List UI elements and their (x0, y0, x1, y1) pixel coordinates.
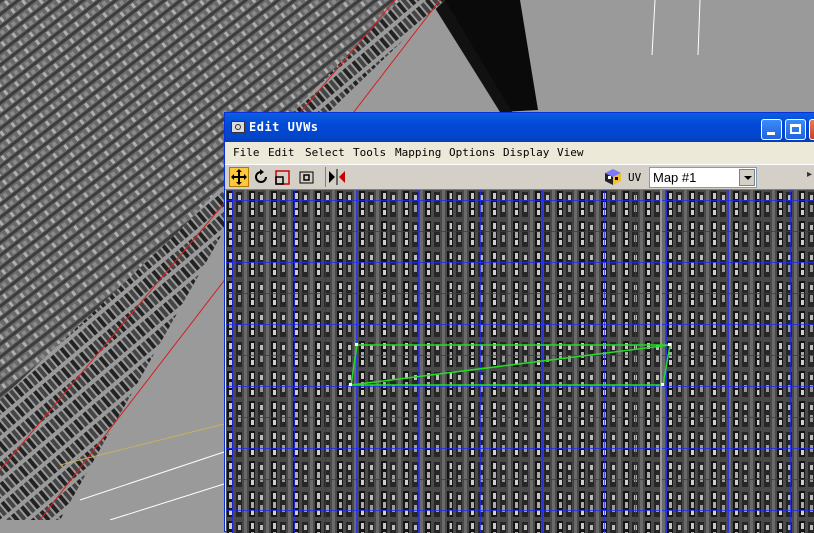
close-button[interactable] (809, 119, 814, 140)
maximize-button[interactable] (785, 119, 806, 140)
mirror-icon (329, 169, 345, 185)
checker-cube-icon[interactable] (603, 167, 623, 187)
rotate-tool-button[interactable] (251, 167, 271, 187)
menu-display[interactable]: Display (503, 146, 549, 159)
menu-select[interactable]: Select (305, 146, 345, 159)
app-icon[interactable] (231, 121, 245, 133)
title-bar[interactable]: Edit UVWs (225, 113, 814, 142)
menu-file[interactable]: File (233, 146, 260, 159)
menu-bar: File Edit Select Tools Mapping Options D… (225, 142, 814, 164)
uv-label: UV (628, 171, 642, 184)
menu-tools[interactable]: Tools (353, 146, 386, 159)
toolbar-scroll-icon[interactable]: ▸ (807, 169, 814, 185)
rotate-icon (255, 169, 267, 183)
uv-vertex (355, 343, 358, 346)
freeform-icon (299, 171, 314, 184)
move-icon (231, 169, 247, 185)
minimize-button[interactable] (761, 119, 782, 140)
menu-mapping[interactable]: Mapping (395, 146, 441, 159)
menu-view[interactable]: View (557, 146, 584, 159)
uv-grid (226, 190, 814, 533)
menu-edit[interactable]: Edit (268, 146, 295, 159)
move-tool-button[interactable] (229, 167, 249, 187)
map-channel-value: Map #1 (653, 170, 697, 185)
chevron-down-icon[interactable] (739, 169, 755, 186)
toolbar: UV Map #1 ▸ (225, 164, 814, 190)
uv-editor-canvas[interactable] (226, 190, 814, 533)
mirror-tool-button[interactable] (325, 167, 345, 187)
uv-vertex (349, 383, 352, 386)
menu-options[interactable]: Options (449, 146, 495, 159)
scale-icon (275, 170, 290, 185)
map-channel-dropdown[interactable]: Map #1 (649, 167, 757, 188)
edit-uvws-window[interactable]: Edit UVWs File Edit Select Tools Mapping… (224, 112, 814, 533)
freeform-tool-button[interactable] (297, 167, 317, 187)
window-title: Edit UVWs (249, 120, 319, 134)
scale-tool-button[interactable] (273, 167, 293, 187)
uv-vertex (668, 343, 671, 346)
uv-vertex (661, 383, 664, 386)
